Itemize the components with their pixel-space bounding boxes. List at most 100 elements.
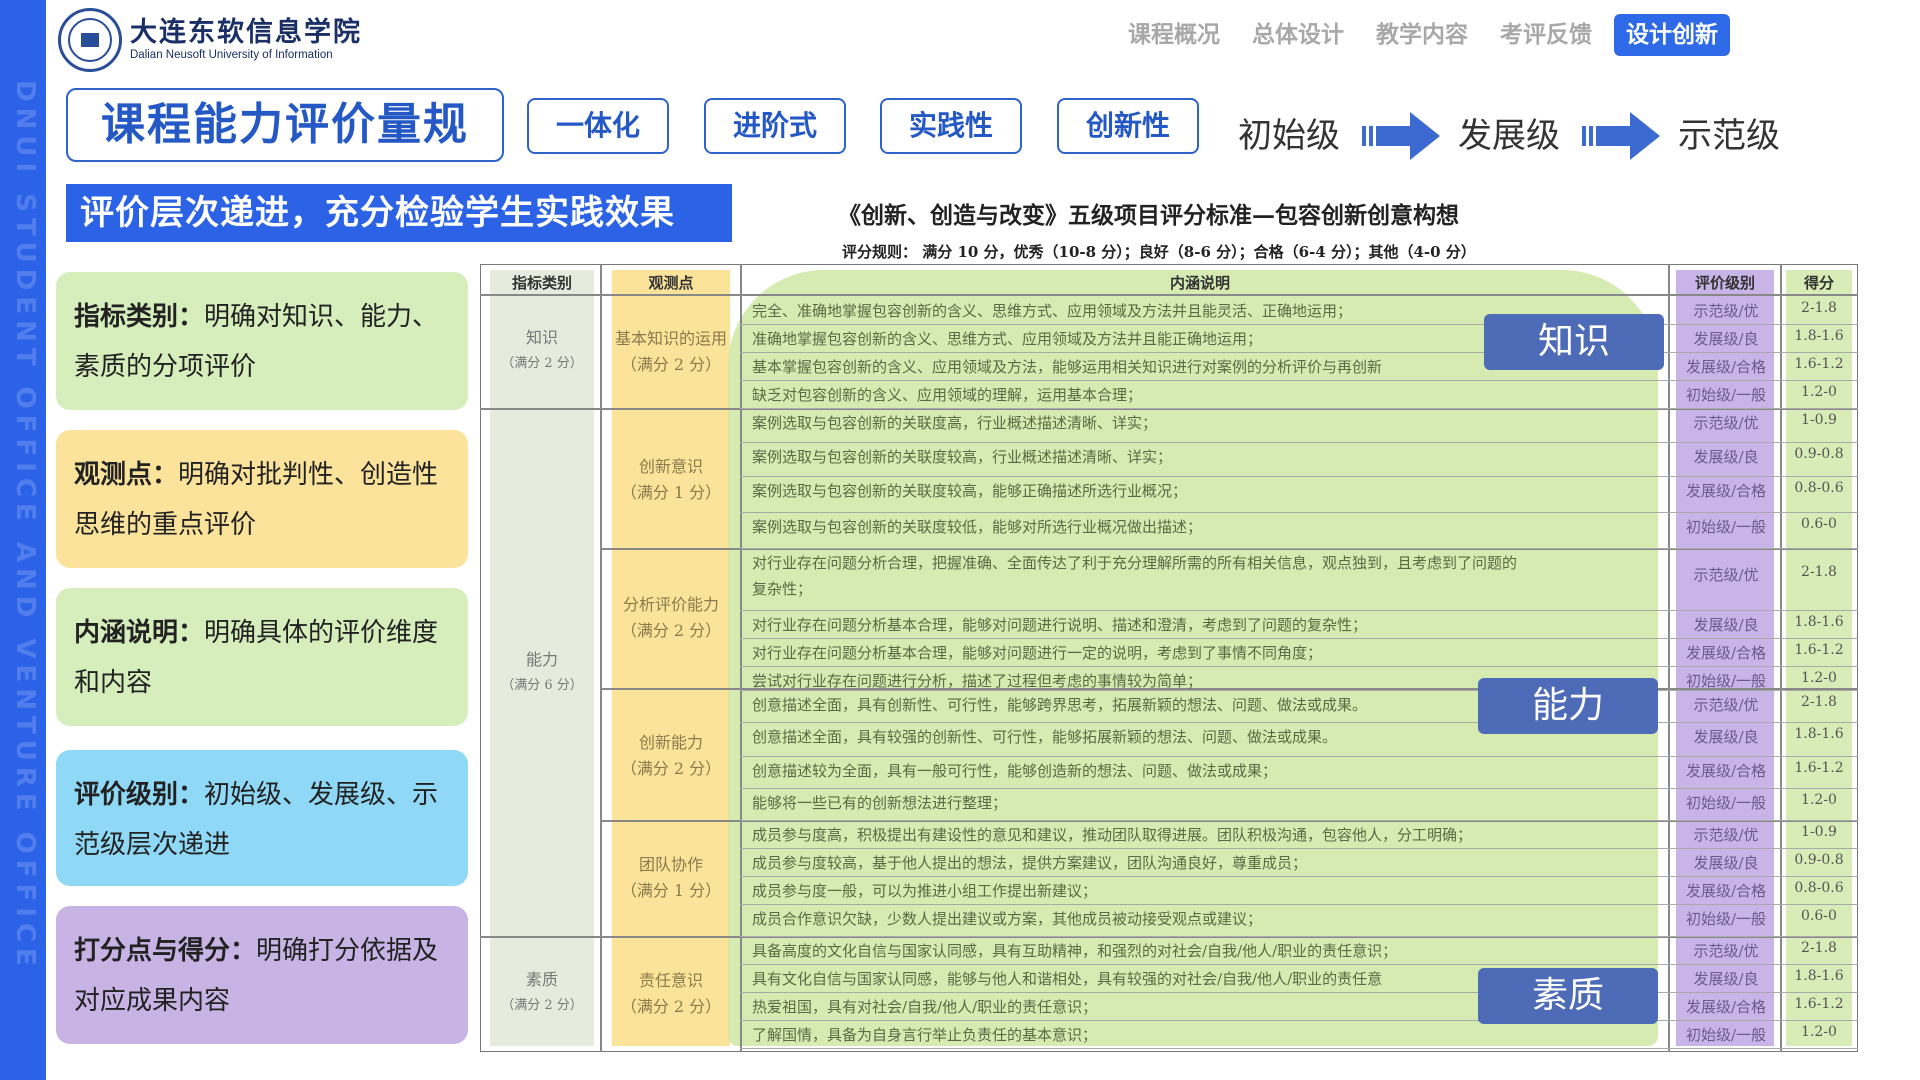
nav-item-course-overview[interactable]: 课程概况 — [1112, 14, 1236, 56]
rubric-row-level: 发展级/合格 — [1685, 882, 1767, 900]
card-label: 指标类别： — [74, 302, 205, 332]
rubric-row-divider — [740, 848, 1858, 849]
rubric-row-divider — [740, 408, 1858, 409]
rubric-row-score: 1.8-1.6 — [1794, 614, 1844, 630]
nav-item-assessment-feedback[interactable]: 考评反馈 — [1484, 14, 1608, 56]
rubric-row-level: 示范级/优 — [1693, 566, 1759, 584]
rubric-row-text: 成员参与度一般，可以为推进小组工作提出新建议； — [752, 882, 1098, 900]
logo-cn-name: 大连东软信息学院 — [130, 17, 362, 48]
nav-item-teaching-content[interactable]: 教学内容 — [1360, 14, 1484, 56]
rubric-row-divider — [740, 548, 1858, 549]
rubric-row-text: 缺乏对包容创新的含义、应用领域的理解，运用基本合理； — [752, 386, 1143, 404]
arrow-right-icon — [1362, 112, 1440, 160]
rubric-row-divider — [740, 992, 1858, 993]
rubric-row-text: 案例选取与包容创新的关联度较低，能够对所选行业概况做出描述； — [752, 518, 1203, 536]
rubric-row-text: 具备高度的文化自信与国家认同感，具有互助精神，和强烈的对社会/自我/他人/职业的… — [752, 942, 1398, 960]
level-developing: 发展级 — [1458, 116, 1560, 156]
rubric-row-divider — [740, 324, 1858, 325]
rubric-row-score: 0.6-0 — [1801, 516, 1837, 532]
rubric-row-score: 1.6-1.2 — [1794, 996, 1844, 1012]
rubric-row-text: 案例选取与包容创新的关联度高，行业概述描述清晰、详实； — [752, 414, 1158, 432]
rubric-row-score: 2-1.8 — [1801, 940, 1837, 956]
rubric-row-level: 示范级/优 — [1693, 826, 1759, 844]
rubric-row-level: 发展级/合格 — [1685, 762, 1767, 780]
rubric-row-score: 0.8-0.6 — [1794, 880, 1844, 896]
card-connotation: 内涵说明：明确具体的评价维度和内容 — [56, 588, 468, 726]
card-observation-point: 观测点：明确对批判性、创造性思维的重点评价 — [56, 430, 468, 568]
badge-quality: 素质 — [1478, 968, 1658, 1024]
rubric-row-divider — [740, 690, 1858, 691]
header-observation: 观测点 — [648, 274, 694, 292]
rubric-row-score: 2-1.8 — [1801, 300, 1837, 316]
rubric-row-score: 1.8-1.6 — [1794, 328, 1844, 344]
rubric-row-divider — [740, 722, 1858, 723]
card-evaluation-level: 评价级别：初始级、发展级、示范级层次递进 — [56, 750, 468, 886]
rubric-row-text: 对行业存在问题分析基本合理，能够对问题进行说明、描述和澄清，考虑到了问题的复杂性… — [752, 616, 1368, 634]
card-scoring: 打分点与得分：明确打分依据及对应成果内容 — [56, 906, 468, 1044]
rubric-row-score: 2-1.8 — [1801, 694, 1837, 710]
rubric-row-score: 1-0.9 — [1801, 412, 1837, 428]
rubric-row-level: 发展级/良 — [1693, 854, 1759, 872]
rubric-row-level: 发展级/良 — [1693, 330, 1759, 348]
rubric-row-level: 发展级/合格 — [1685, 644, 1767, 662]
nav-item-overall-design[interactable]: 总体设计 — [1236, 14, 1360, 56]
rubric-row-level: 初始级/一般 — [1685, 386, 1767, 404]
rubric-row-level: 发展级/良 — [1693, 616, 1759, 634]
rubric-row-score: 2-1.8 — [1801, 564, 1837, 580]
rubric-row-score: 0.6-0 — [1801, 908, 1837, 924]
rubric-row-level: 初始级/一般 — [1685, 1026, 1767, 1044]
rubric-row-level: 发展级/良 — [1693, 448, 1759, 466]
observation-column-bg — [612, 270, 730, 1046]
rubric-row-divider — [740, 512, 1858, 513]
rubric-row-divider — [740, 1020, 1858, 1021]
arrow-right-icon — [1582, 112, 1660, 160]
rubric-row-level: 初始级/一般 — [1685, 672, 1767, 690]
rubric-row-text: 创意描述较为全面，具有一般可行性，能够创造新的想法、问题、做法或成果； — [752, 762, 1278, 780]
rubric-row-score: 1.8-1.6 — [1794, 968, 1844, 984]
card-label: 内涵说明： — [74, 618, 205, 648]
page-title: 课程能力评价量规 — [66, 88, 504, 162]
header-category: 指标类别 — [511, 274, 572, 292]
rubric-row-divider — [740, 476, 1858, 477]
rubric-row-text: 案例选取与包容创新的关联度较高，能够正确描述所选行业概况； — [752, 482, 1188, 500]
rubric-row-score: 0.8-0.6 — [1794, 480, 1844, 496]
rubric-row-text: 案例选取与包容创新的关联度较高，行业概述描述清晰、详实； — [752, 448, 1173, 466]
card-label: 观测点： — [74, 460, 179, 490]
rubric-row-score: 0.9-0.8 — [1794, 852, 1844, 868]
rubric-row-divider — [740, 638, 1858, 639]
rubric-row-level: 发展级/合格 — [1685, 482, 1767, 500]
left-accent-strip: DNUI STUDENT OFFICE AND VENTURE OFFICE — [0, 0, 46, 1080]
rubric-row-score: 1.2-0 — [1801, 1024, 1837, 1040]
rubric-row-text: 成员参与度较高，基于他人提出的想法，提供方案建议，团队沟通良好，尊重成员； — [752, 854, 1308, 872]
rubric-row-divider — [740, 964, 1858, 965]
tag-practical: 实践性 — [880, 98, 1022, 154]
rubric-row-level: 发展级/合格 — [1685, 998, 1767, 1016]
rubric-row-level: 发展级/良 — [1693, 728, 1759, 746]
header-connotation: 内涵说明 — [1169, 274, 1230, 292]
rubric-row-level: 示范级/优 — [1693, 942, 1759, 960]
strip-watermark: DNUI STUDENT OFFICE AND VENTURE OFFICE — [10, 80, 40, 972]
tag-integration: 一体化 — [527, 98, 669, 154]
rubric-row-text-continued: 复杂性； — [752, 580, 813, 598]
rubric-row-level: 发展级/良 — [1693, 970, 1759, 988]
rubric-row-divider — [740, 380, 1858, 381]
rubric-row-divider — [740, 756, 1858, 757]
rubric-row-level: 发展级/合格 — [1685, 358, 1767, 376]
level-exemplary: 示范级 — [1678, 116, 1780, 156]
card-label: 打分点与得分： — [74, 936, 257, 966]
rubric-row-level: 示范级/优 — [1693, 696, 1759, 714]
nav-item-design-innovation[interactable]: 设计创新 — [1614, 14, 1730, 56]
rubric-row-score: 1.6-1.2 — [1794, 356, 1844, 372]
category-ability: 能力 （满分 6 分） — [501, 650, 583, 693]
rubric-row-level: 示范级/优 — [1693, 414, 1759, 432]
rubric-row-level: 示范级/优 — [1693, 302, 1759, 320]
section-subtitle: 评价层次递进，充分检验学生实践效果 — [66, 184, 732, 242]
observation-innovation-awareness: 创新意识 （满分 1 分） — [620, 457, 722, 502]
badge-knowledge: 知识 — [1484, 314, 1664, 370]
rubric-row-divider — [740, 904, 1858, 905]
tag-innovative: 创新性 — [1057, 98, 1199, 154]
header-level: 评价级别 — [1694, 274, 1755, 292]
observation-innovation-ability: 创新能力 （满分 2 分） — [620, 733, 722, 778]
level-initial: 初始级 — [1238, 116, 1340, 156]
header-score: 得分 — [1803, 274, 1834, 292]
